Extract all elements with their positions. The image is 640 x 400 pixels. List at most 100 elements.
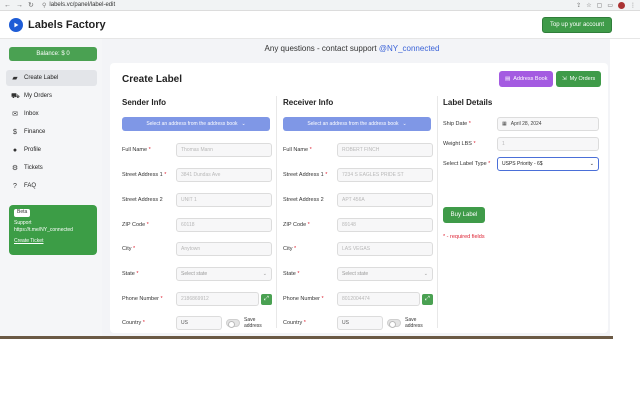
sender-country-row: Country * US Save address bbox=[122, 316, 266, 330]
label-type-value: USPS Priority - 6$ bbox=[502, 161, 543, 167]
phone-generate-icon[interactable]: ⤢ bbox=[422, 293, 433, 305]
receiver-state-row: State * Select state ⌄ bbox=[283, 267, 433, 281]
receiver-country-input[interactable]: US bbox=[337, 316, 383, 330]
sidebar-item-finance[interactable]: $ Finance bbox=[6, 124, 97, 140]
sender-city-input[interactable]: Anytown bbox=[176, 242, 272, 256]
sidebar-item-tickets[interactable]: ⚙ Tickets bbox=[6, 160, 97, 176]
logo[interactable]: Labels Factory bbox=[0, 17, 106, 32]
field-label: City * bbox=[122, 246, 136, 252]
chevron-down-icon: ⌄ bbox=[589, 161, 594, 167]
receiver-city-input[interactable]: LAS VEGAS bbox=[337, 242, 433, 256]
sender-save-address-toggle[interactable] bbox=[226, 319, 240, 328]
my-orders-label: My Orders bbox=[569, 76, 596, 82]
truck-icon: ⛟ bbox=[11, 92, 20, 100]
forward-icon[interactable]: → bbox=[16, 2, 23, 9]
label-type-row: Select Label Type * USPS Priority - 6$ ⌄ bbox=[443, 157, 599, 171]
url-text: labels.vc/panel/label-edit bbox=[49, 2, 116, 8]
ticket-icon: ⚙ bbox=[11, 165, 19, 172]
create-ticket-link[interactable]: Create Ticket bbox=[14, 238, 92, 246]
label-type-select[interactable]: USPS Priority - 6$ ⌄ bbox=[497, 157, 599, 171]
receiver-state-placeholder: Select state bbox=[342, 271, 369, 277]
sender-address-select-label: Select an address from the address book bbox=[146, 121, 238, 127]
sidebar: Balance: $ 0 ▰ Create Label ⛟ My Orders … bbox=[0, 39, 102, 339]
ship-date-value: April 28, 2024 bbox=[510, 121, 542, 127]
ship-date-row: Ship Date * ▦ April 28, 2024 bbox=[443, 117, 599, 131]
balance-button[interactable]: Balance: $ 0 bbox=[9, 47, 97, 61]
page-title: Create Label bbox=[122, 74, 183, 85]
support-url: https://t.me/NY_connected bbox=[14, 227, 73, 233]
extensions-icon[interactable]: ▢ bbox=[597, 2, 603, 9]
sender-zip-input[interactable]: 60118 bbox=[176, 218, 272, 232]
field-label: State * bbox=[283, 271, 300, 277]
beta-badge: Beta bbox=[14, 209, 31, 217]
receiver-street1-input[interactable]: 7234 S EAGLES PRIDE ST bbox=[337, 168, 433, 182]
beta-support-box: Beta Support https://t.me/NY_connected C… bbox=[9, 205, 97, 255]
sidebar-item-label: Inbox bbox=[24, 111, 39, 117]
blank-area bbox=[0, 339, 640, 400]
inbox-icon: ✉ bbox=[12, 111, 18, 118]
sidebar-item-label: Create Label bbox=[24, 75, 59, 81]
sidebar-item-my-orders[interactable]: ⛟ My Orders bbox=[6, 88, 97, 104]
sender-city-row: City * Anytown bbox=[122, 242, 272, 256]
receiver-zip-row: ZIP Code * 89148 bbox=[283, 218, 433, 232]
receiver-phone-input[interactable]: 8012004474 bbox=[337, 292, 420, 306]
dollar-icon: $ bbox=[13, 128, 17, 136]
menu-icon[interactable]: ⋮ bbox=[630, 2, 636, 9]
sender-street2-input[interactable]: UNIT 1 bbox=[176, 193, 272, 207]
sender-full-name-row: Full Name * Thomas Mann bbox=[122, 143, 272, 157]
chevron-down-icon: ⌄ bbox=[241, 121, 246, 127]
receiver-street2-row: Street Address 2 APT 456A bbox=[283, 193, 433, 207]
receiver-full-name-row: Full Name * ROBERT FINCH bbox=[283, 143, 433, 157]
sidebar-item-profile[interactable]: ● Profile bbox=[6, 142, 97, 158]
reload-icon[interactable]: ↻ bbox=[28, 2, 34, 9]
sidebar-item-create-label[interactable]: ▰ Create Label bbox=[6, 70, 97, 86]
tag-icon: ▰ bbox=[12, 75, 18, 82]
sender-zip-row: ZIP Code * 60118 bbox=[122, 218, 272, 232]
sender-country-input[interactable]: US bbox=[176, 316, 222, 330]
lock-icon: ⚲ bbox=[42, 2, 47, 9]
question-icon: ? bbox=[13, 182, 17, 190]
back-icon[interactable]: ← bbox=[4, 2, 11, 9]
address-bar[interactable]: ⚲ labels.vc/panel/label-edit bbox=[42, 2, 576, 9]
support-banner: Any questions - contact support @NY_conn… bbox=[102, 44, 602, 53]
profile-avatar[interactable] bbox=[618, 1, 625, 9]
field-label: Street Address 1 * bbox=[122, 172, 167, 178]
logo-play-icon bbox=[9, 17, 23, 32]
sender-street2-row: Street Address 2 UNIT 1 bbox=[122, 193, 272, 207]
sidebar-item-inbox[interactable]: ✉ Inbox bbox=[6, 106, 97, 122]
required-fields-note: * - required fields bbox=[443, 234, 485, 240]
sender-full-name-input[interactable]: Thomas Mann bbox=[176, 143, 272, 157]
sender-state-select[interactable]: Select state ⌄ bbox=[176, 267, 272, 281]
receiver-save-address-toggle[interactable] bbox=[387, 319, 401, 328]
user-icon: ● bbox=[12, 146, 18, 154]
phone-generate-icon[interactable]: ⤢ bbox=[261, 293, 272, 305]
sidebar-item-faq[interactable]: ? FAQ bbox=[6, 178, 97, 194]
sender-phone-input[interactable]: 2186869912 bbox=[176, 292, 259, 306]
save-address-label: Save address bbox=[244, 317, 262, 329]
field-label: Country * bbox=[283, 320, 306, 326]
field-label: Phone Number * bbox=[122, 296, 163, 302]
weight-input[interactable]: 1 bbox=[497, 137, 599, 151]
receiver-zip-input[interactable]: 89148 bbox=[337, 218, 433, 232]
support-handle-link[interactable]: @NY_connected bbox=[379, 44, 440, 53]
buy-label-button[interactable]: Buy Label bbox=[443, 207, 485, 223]
receiver-full-name-input[interactable]: ROBERT FINCH bbox=[337, 143, 433, 157]
field-label: Full Name * bbox=[283, 147, 312, 153]
sender-street1-input[interactable]: 3841 Dundas Ave bbox=[176, 168, 272, 182]
receiver-state-select[interactable]: Select state ⌄ bbox=[337, 267, 433, 281]
sender-address-select[interactable]: Select an address from the address book … bbox=[122, 117, 270, 131]
receiver-city-row: City * LAS VEGAS bbox=[283, 242, 433, 256]
ship-date-input[interactable]: ▦ April 28, 2024 bbox=[497, 117, 599, 131]
receiver-street2-input[interactable]: APT 456A bbox=[337, 193, 433, 207]
receiver-address-select[interactable]: Select an address from the address book … bbox=[283, 117, 431, 131]
my-orders-button[interactable]: ⇲ My Orders bbox=[556, 71, 602, 87]
window-icon[interactable]: ▭ bbox=[607, 2, 613, 9]
topup-button[interactable]: Top up your account bbox=[541, 17, 612, 33]
address-book-button[interactable]: ▤ Address Book bbox=[499, 71, 554, 87]
share-icon[interactable]: ⇪ bbox=[576, 2, 581, 9]
star-icon[interactable]: ☆ bbox=[586, 2, 591, 9]
receiver-phone-row: Phone Number * 8012004474 ⤢ bbox=[283, 292, 433, 306]
save-address-label: Save address bbox=[405, 317, 423, 329]
chevron-down-icon: ⌄ bbox=[423, 271, 428, 277]
browser-toolbar: ← → ↻ ⚲ labels.vc/panel/label-edit ⇪ ☆ ▢… bbox=[0, 0, 640, 11]
